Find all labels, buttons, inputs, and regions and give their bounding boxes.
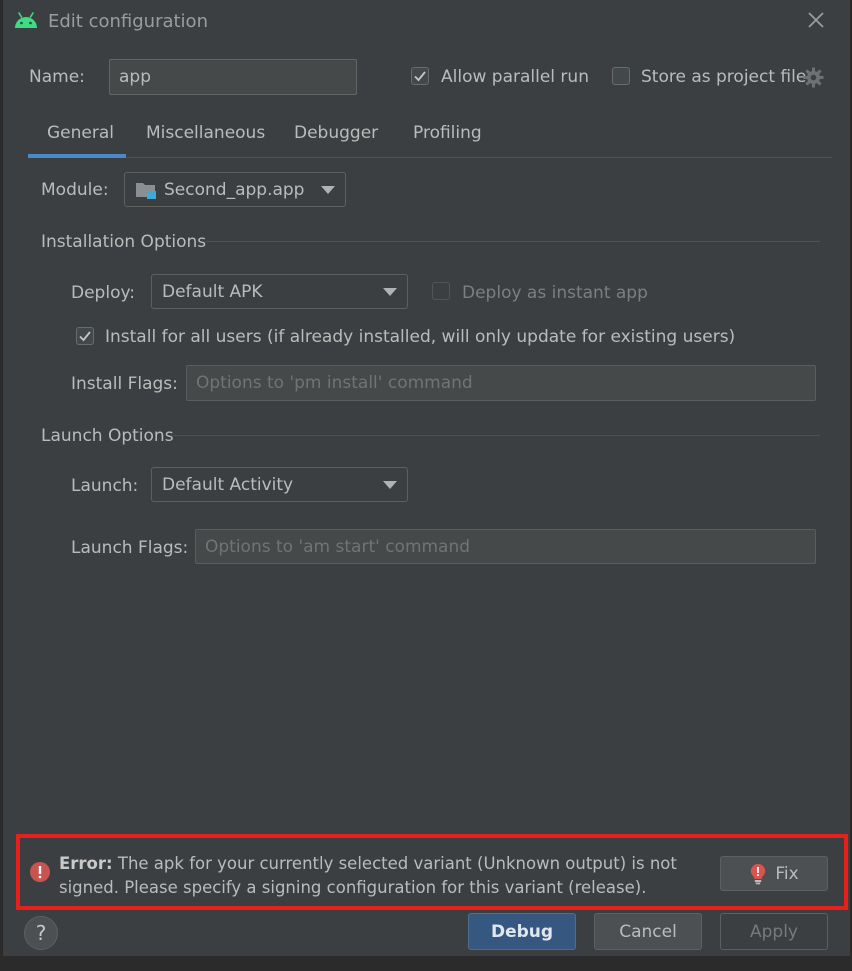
chevron-down-icon bbox=[321, 185, 335, 194]
fix-button-label: Fix bbox=[775, 863, 799, 884]
active-tab-indicator bbox=[28, 154, 126, 158]
background-window-strip bbox=[0, 956, 852, 971]
store-project-label: Store as project file bbox=[641, 67, 807, 87]
chevron-down-icon bbox=[383, 480, 397, 489]
installation-options-title: Installation Options bbox=[41, 232, 207, 252]
tab-miscellaneous[interactable]: Miscellaneous bbox=[146, 123, 265, 143]
install-flags-input[interactable]: Options to 'pm install' command bbox=[186, 365, 816, 401]
launch-select[interactable]: Default Activity bbox=[151, 467, 408, 502]
gear-icon[interactable] bbox=[803, 67, 824, 88]
tab-debugger[interactable]: Debugger bbox=[294, 123, 378, 143]
folder-module-icon bbox=[135, 180, 157, 200]
close-icon[interactable] bbox=[804, 8, 828, 32]
background-window-edge-left bbox=[0, 0, 3, 971]
error-prefix: Error: bbox=[59, 854, 113, 873]
apply-button[interactable]: Apply bbox=[720, 913, 828, 950]
checkmark-icon bbox=[79, 331, 91, 342]
tabs-divider bbox=[28, 157, 832, 158]
install-all-users-checkbox[interactable] bbox=[76, 327, 94, 345]
deploy-select[interactable]: Default APK bbox=[151, 274, 408, 309]
tab-general[interactable]: General bbox=[47, 123, 114, 143]
launch-flags-label: Launch Flags: bbox=[71, 538, 189, 558]
allow-parallel-label: Allow parallel run bbox=[441, 67, 589, 87]
module-select-value: Second_app.app bbox=[164, 179, 305, 200]
help-icon: ? bbox=[35, 921, 47, 945]
name-label: Name: bbox=[29, 67, 85, 87]
dialog-title: Edit configuration bbox=[48, 11, 208, 32]
checkmark-icon bbox=[414, 71, 426, 82]
launch-options-title: Launch Options bbox=[41, 426, 174, 446]
deploy-instant-checkbox[interactable] bbox=[432, 282, 450, 300]
deploy-label: Deploy: bbox=[71, 283, 136, 303]
module-select[interactable]: Second_app.app bbox=[124, 172, 346, 207]
error-message: Error: The apk for your currently select… bbox=[59, 852, 699, 900]
fix-bulb-icon bbox=[751, 863, 766, 884]
error-icon bbox=[29, 861, 51, 883]
launch-label: Launch: bbox=[71, 476, 139, 496]
debug-button[interactable]: Debug bbox=[468, 913, 576, 950]
launch-flags-input[interactable]: Options to 'am start' command bbox=[195, 529, 816, 564]
cancel-button[interactable]: Cancel bbox=[594, 913, 702, 950]
help-button[interactable]: ? bbox=[24, 916, 58, 950]
android-icon bbox=[13, 11, 39, 31]
store-project-checkbox[interactable] bbox=[612, 67, 630, 85]
launch-select-value: Default Activity bbox=[162, 474, 294, 495]
tab-profiling[interactable]: Profiling bbox=[413, 123, 482, 143]
allow-parallel-checkbox[interactable] bbox=[411, 67, 429, 85]
launch-options-divider bbox=[172, 435, 820, 436]
deploy-select-value: Default APK bbox=[162, 281, 263, 302]
fix-button[interactable]: Fix bbox=[720, 856, 828, 891]
installation-options-divider bbox=[205, 241, 820, 242]
install-all-users-label: Install for all users (if already instal… bbox=[105, 327, 736, 347]
chevron-down-icon bbox=[383, 287, 397, 296]
deploy-instant-label: Deploy as instant app bbox=[462, 283, 648, 303]
name-input[interactable]: app bbox=[109, 59, 357, 95]
install-flags-label: Install Flags: bbox=[71, 374, 178, 394]
module-label: Module: bbox=[41, 180, 109, 200]
error-message-text: The apk for your currently selected vari… bbox=[59, 854, 677, 897]
